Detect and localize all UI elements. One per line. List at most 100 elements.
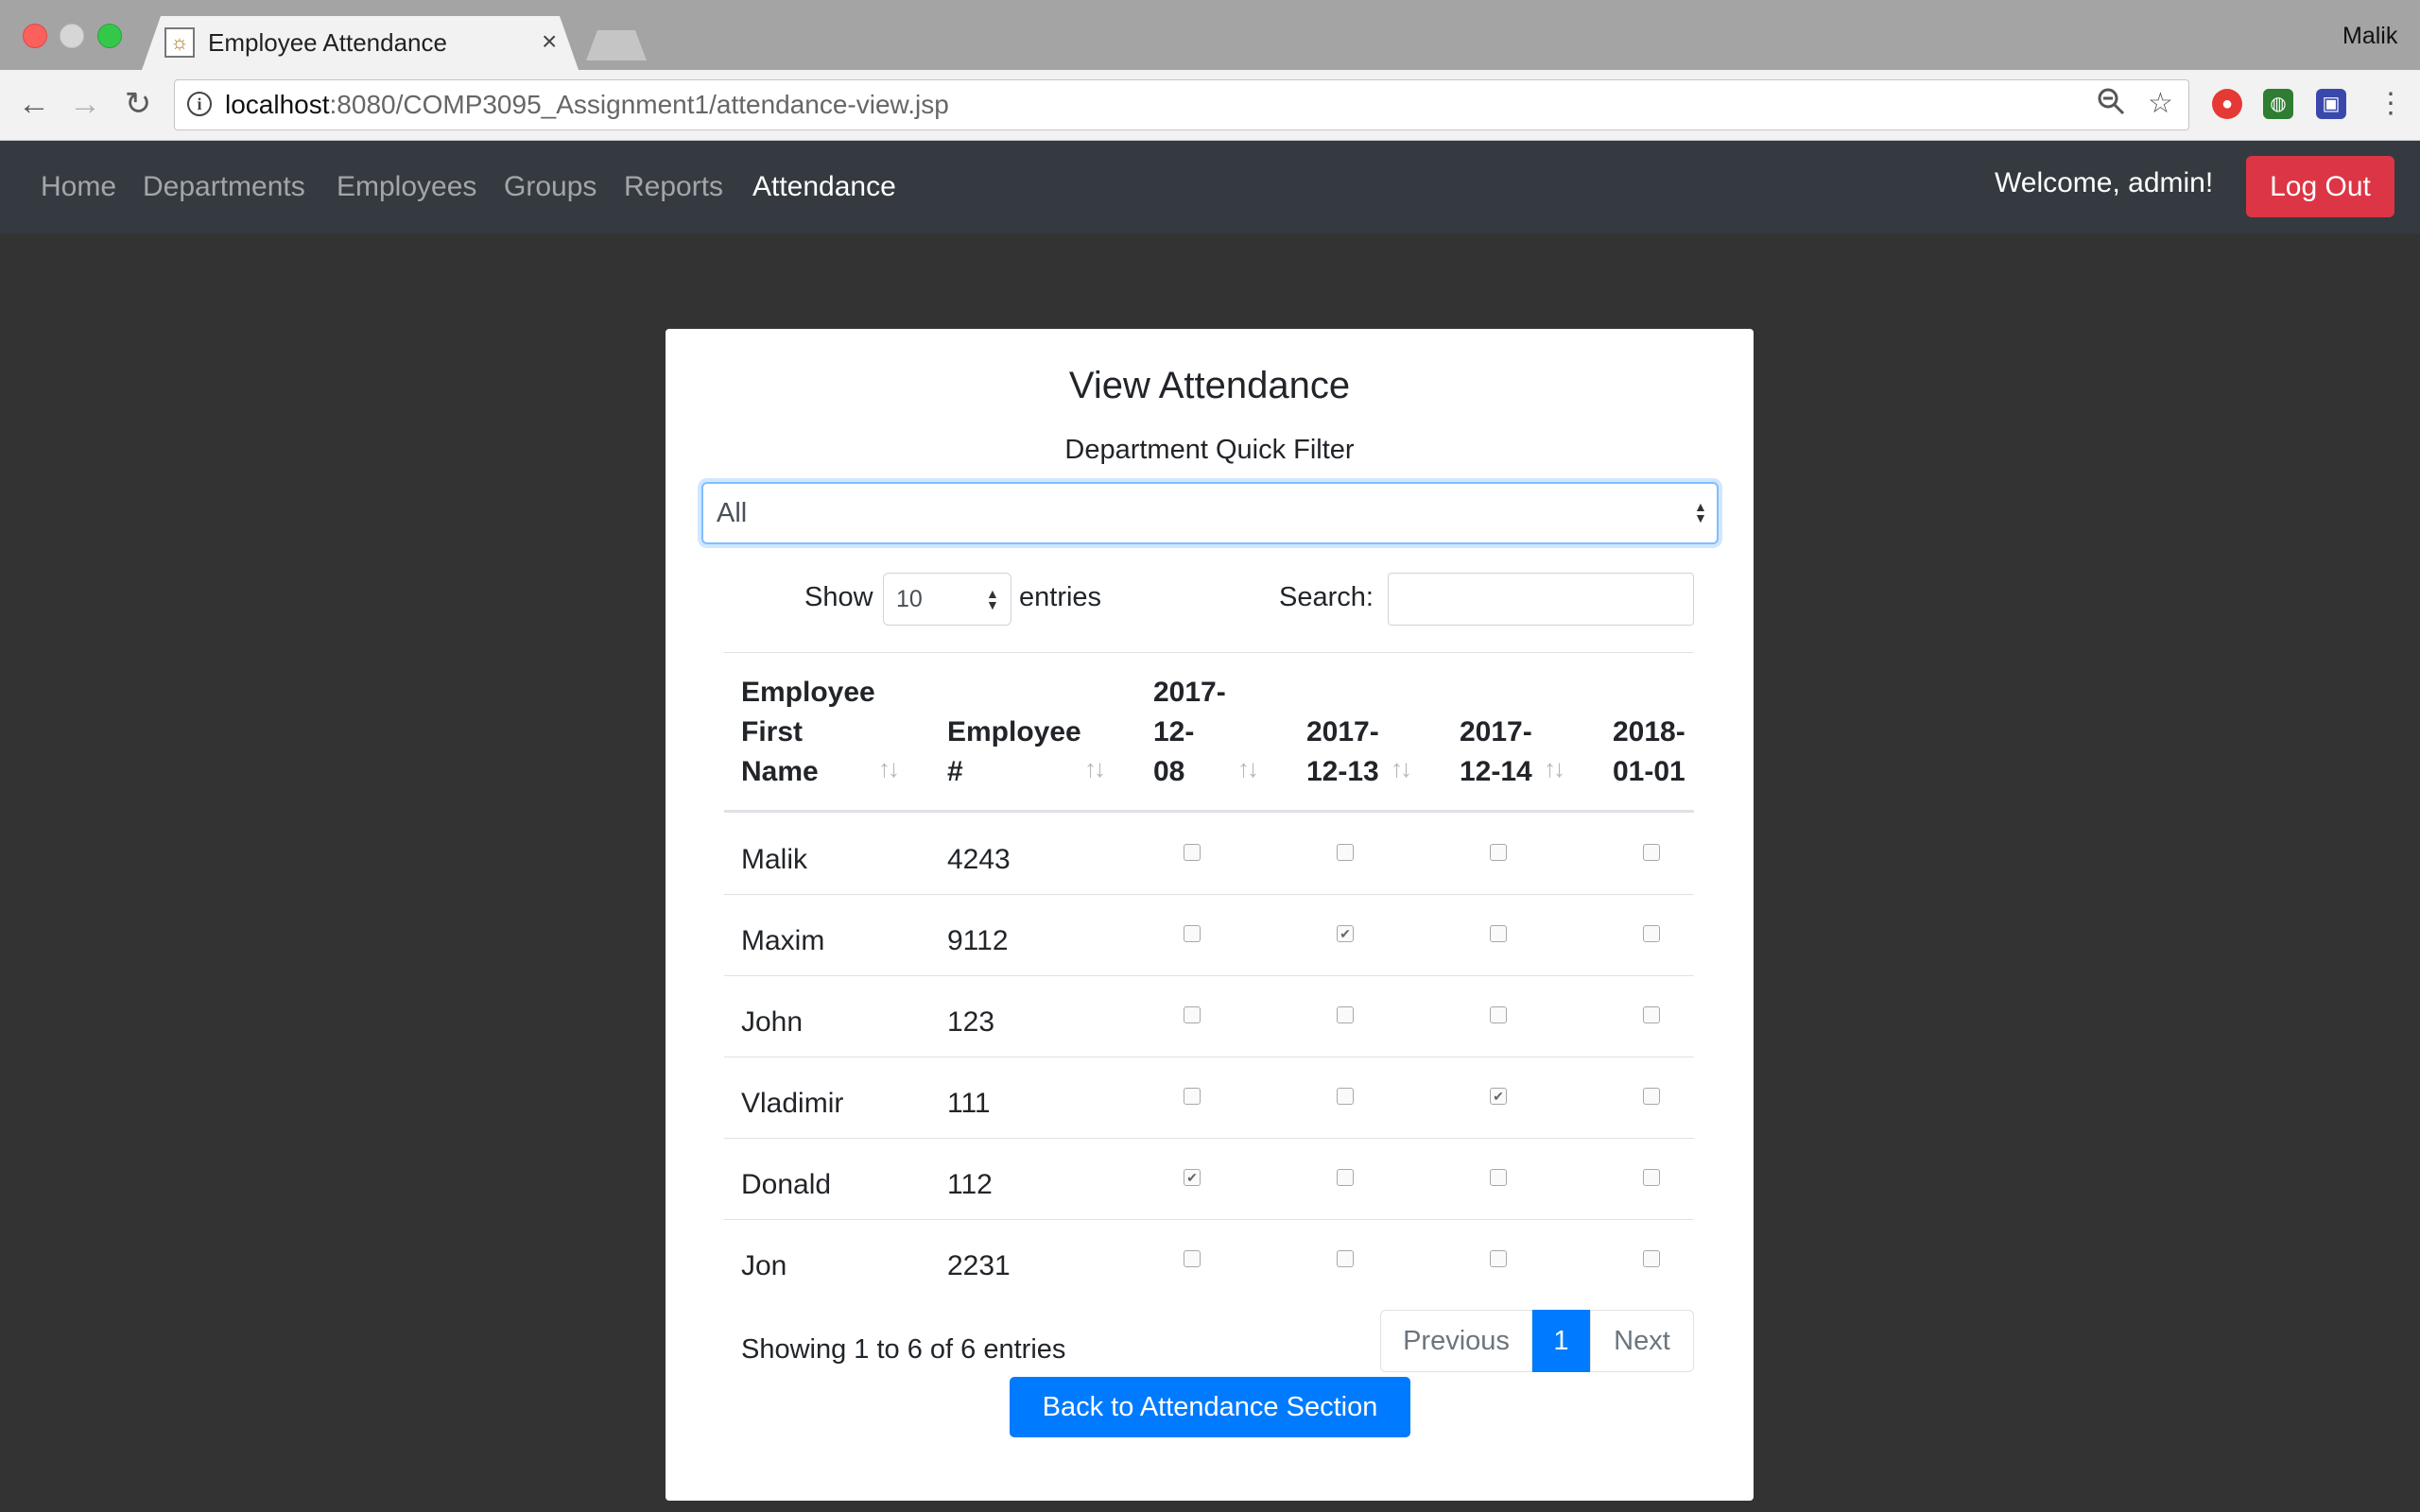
sort-icon[interactable]: ↑↓ — [1391, 754, 1412, 782]
attendance-checkbox[interactable] — [1643, 1169, 1660, 1186]
attendance-checkbox[interactable] — [1337, 1169, 1354, 1186]
show-label: Show — [804, 582, 873, 612]
department-filter-label: Department Quick Filter — [1064, 435, 1355, 465]
attendance-checkbox[interactable] — [1337, 1088, 1354, 1105]
extension-blue-icon[interactable]: ▣ — [2316, 89, 2346, 119]
reload-icon[interactable]: ↻ — [117, 83, 159, 125]
nav-reports[interactable]: Reports — [624, 168, 723, 206]
attendance-checkbox[interactable]: ✔ — [1337, 925, 1354, 942]
forward-icon[interactable]: → — [64, 83, 106, 125]
employee-name-cell: Vladimir — [741, 1088, 844, 1119]
page-title: View Attendance — [1068, 365, 1351, 406]
attendance-checkbox[interactable] — [1490, 1169, 1507, 1186]
attendance-checkbox[interactable] — [1184, 1088, 1201, 1105]
header-line: 12-13 — [1306, 756, 1379, 787]
zoom-icon[interactable] — [2097, 87, 2125, 124]
employee-name-cell: Malik — [741, 844, 808, 875]
attendance-checkbox[interactable] — [1490, 844, 1507, 861]
attendance-checkbox[interactable] — [1337, 1006, 1354, 1023]
tab-favicon-icon: ☼ — [164, 27, 195, 58]
sort-icon[interactable]: ↑↓ — [878, 754, 900, 782]
attendance-checkbox[interactable] — [1337, 844, 1354, 861]
header-line: # — [947, 756, 963, 787]
header-line: 12-14 — [1460, 756, 1532, 787]
window-zoom-button[interactable] — [97, 24, 122, 48]
attendance-checkbox[interactable] — [1643, 925, 1660, 942]
entries-label: entries — [1019, 582, 1102, 612]
header-line: 2017- — [1460, 716, 1532, 747]
nav-employees[interactable]: Employees — [337, 168, 476, 206]
select-arrows-icon: ▲ ▼ — [1694, 499, 1707, 525]
table-top-border — [724, 652, 1694, 653]
nav-groups[interactable]: Groups — [504, 168, 596, 206]
attendance-checkbox[interactable] — [1184, 844, 1201, 861]
header-date-2017-12-14[interactable]: 2017- 12-14 — [1460, 713, 1532, 792]
url-host: localhost — [225, 90, 330, 119]
search-label: Search: — [1279, 582, 1374, 612]
info-icon[interactable]: i — [187, 92, 212, 116]
nav-attendance[interactable]: Attendance — [752, 168, 896, 206]
header-employee-first-name[interactable]: Employee First Name — [741, 673, 875, 792]
attendance-checkbox[interactable]: ✔ — [1184, 1169, 1201, 1186]
employee-number-cell: 112 — [947, 1169, 993, 1200]
pagination-next[interactable]: Next — [1590, 1310, 1694, 1372]
department-filter-select[interactable] — [701, 482, 1719, 544]
header-line: Name — [741, 756, 819, 787]
table-header-border — [724, 810, 1694, 813]
bookmark-star-icon[interactable]: ☆ — [2148, 87, 2173, 121]
tab-close-icon[interactable]: × — [542, 26, 557, 57]
attendance-checkbox[interactable] — [1490, 925, 1507, 942]
header-date-2017-12-08[interactable]: 2017- 12- 08 — [1153, 673, 1226, 792]
nav-departments[interactable]: Departments — [143, 168, 305, 206]
menu-icon[interactable]: ⋮ — [2377, 87, 2405, 121]
header-line: 12- — [1153, 716, 1195, 747]
header-line: 2017- — [1153, 677, 1226, 708]
window-close-button[interactable] — [23, 24, 47, 48]
sort-icon[interactable]: ↑↓ — [1544, 754, 1565, 782]
row-divider — [724, 975, 1694, 976]
pagination-page-1[interactable]: 1 — [1532, 1310, 1590, 1372]
attendance-checkbox[interactable] — [1643, 844, 1660, 861]
attendance-checkbox[interactable] — [1643, 1006, 1660, 1023]
welcome-message: Welcome, admin! — [1995, 167, 2214, 198]
header-date-2018-01-01[interactable]: 2018- 01-01 — [1613, 713, 1685, 792]
back-to-attendance-button[interactable]: Back to Attendance Section — [1010, 1377, 1410, 1437]
search-input[interactable] — [1388, 573, 1694, 626]
table-info: Showing 1 to 6 of 6 entries — [741, 1334, 1066, 1365]
attendance-checkbox[interactable] — [1184, 1250, 1201, 1267]
attendance-checkbox[interactable] — [1643, 1088, 1660, 1105]
header-employee-number[interactable]: Employee # — [947, 713, 1081, 792]
employee-name-cell: Maxim — [741, 925, 825, 956]
employee-number-cell: 4243 — [947, 844, 1011, 875]
employee-name-cell: Donald — [741, 1169, 832, 1200]
header-line: First — [741, 716, 804, 747]
sort-icon[interactable]: ↑↓ — [1084, 754, 1106, 782]
attendance-checkbox[interactable] — [1490, 1250, 1507, 1267]
back-icon[interactable]: ← — [13, 83, 55, 125]
employee-name-cell: Jon — [741, 1250, 787, 1281]
logout-button[interactable]: Log Out — [2246, 156, 2394, 217]
url-text[interactable]: localhost:8080/COMP3095_Assignment1/atte… — [225, 89, 949, 121]
sort-icon[interactable]: ↑↓ — [1237, 754, 1259, 782]
employee-number-cell: 111 — [947, 1088, 991, 1119]
attendance-checkbox[interactable] — [1184, 1006, 1201, 1023]
attendance-checkbox[interactable] — [1184, 925, 1201, 942]
header-line: 01-01 — [1613, 756, 1685, 787]
attendance-checkbox[interactable]: ✔ — [1490, 1088, 1507, 1105]
tab-title: Employee Attendance — [208, 28, 447, 57]
show-select-arrows-icon: ▲ ▼ — [986, 586, 999, 612]
header-date-2017-12-13[interactable]: 2017- 12-13 — [1306, 713, 1379, 792]
window-minimize-button[interactable] — [60, 24, 84, 48]
header-line: 2018- — [1613, 716, 1685, 747]
extension-red-icon[interactable]: ● — [2212, 89, 2242, 119]
header-line: Employee — [947, 716, 1081, 747]
profile-name[interactable]: Malik — [2342, 23, 2397, 50]
pagination-previous[interactable]: Previous — [1380, 1310, 1532, 1372]
nav-home[interactable]: Home — [41, 168, 116, 206]
attendance-checkbox[interactable] — [1490, 1006, 1507, 1023]
extension-globe-icon[interactable]: ◍ — [2263, 89, 2293, 119]
attendance-checkbox[interactable] — [1337, 1250, 1354, 1267]
header-line: Employee — [741, 677, 875, 708]
employee-name-cell: John — [741, 1006, 804, 1038]
attendance-checkbox[interactable] — [1643, 1250, 1660, 1267]
